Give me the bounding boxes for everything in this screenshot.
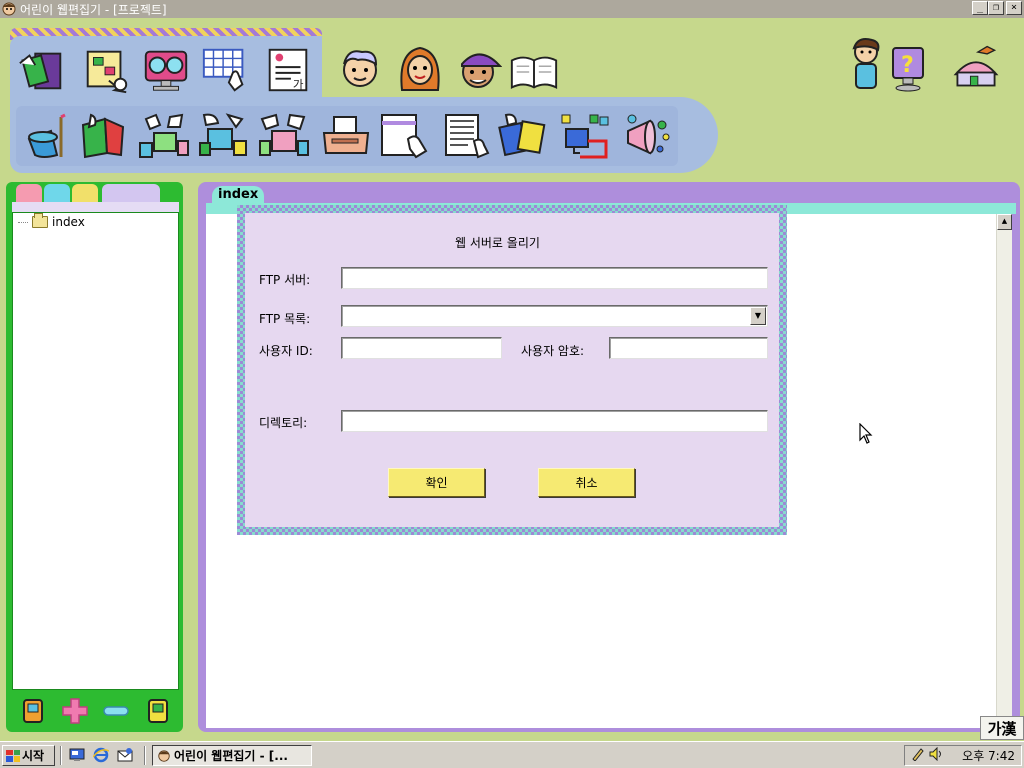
monitor-link-icon[interactable]: [560, 110, 612, 162]
scroll-up-button[interactable]: ▲: [997, 214, 1012, 230]
ftp-list-label: FTP 목록:: [259, 312, 311, 326]
ok-button[interactable]: 확인: [388, 468, 485, 497]
taskbar-item-label: 어린이 웹편집기 - [...: [174, 749, 288, 763]
taskbar-item-web-editor[interactable]: 어린이 웹편집기 - [...: [152, 745, 312, 766]
windows-logo-icon: [6, 749, 20, 762]
save-as-disk-icon[interactable]: [144, 697, 172, 725]
mouse-cursor-icon: [859, 422, 873, 448]
tree-item-label: index: [52, 215, 85, 229]
volume-icon[interactable]: [929, 746, 945, 764]
start-label: 시작: [22, 749, 45, 763]
cap-boy-face-icon[interactable]: [452, 42, 504, 94]
show-desktop-icon[interactable]: [68, 747, 86, 763]
computer-sheets-icon[interactable]: [138, 110, 190, 162]
project-panel-actions: [12, 692, 179, 730]
new-page-icon[interactable]: [378, 110, 430, 162]
svg-text:가: 가: [293, 77, 304, 91]
title-bar: 어린이 웹편집기 - [프로젝트] _ ❐ ×: [0, 0, 1024, 18]
start-button[interactable]: 시작: [2, 745, 55, 766]
folder-icon: [32, 213, 48, 228]
cancel-button[interactable]: 취소: [538, 468, 635, 497]
add-plus-icon[interactable]: [61, 697, 89, 725]
outlook-express-icon[interactable]: [116, 747, 134, 763]
tree-item-index[interactable]: index: [18, 213, 85, 229]
ftp-server-input[interactable]: [341, 267, 768, 289]
pen-input-icon[interactable]: [911, 747, 925, 764]
user-id-label: 사용자 ID:: [259, 344, 313, 358]
ftp-server-label: FTP 서버:: [259, 273, 311, 287]
help-monitor-icon[interactable]: ?: [884, 42, 936, 94]
text-document-icon[interactable]: 가: [262, 44, 314, 96]
system-tray: 오후 7:42: [904, 745, 1022, 766]
monitor-glasses-icon[interactable]: [140, 44, 192, 96]
taskbar-separator: [60, 746, 62, 765]
restore-button[interactable]: ❐: [988, 1, 1004, 15]
ftp-list-select[interactable]: ▼: [341, 305, 768, 327]
notepad-icon[interactable]: [440, 110, 492, 162]
minimize-button[interactable]: _: [972, 1, 988, 15]
page-map-icon[interactable]: [80, 44, 132, 96]
directory-label: 디렉토리:: [259, 416, 308, 430]
megaphone-icon[interactable]: [620, 110, 672, 162]
svg-text:?: ?: [901, 53, 914, 78]
taskbar: 시작 어린이 웹편집기 - [... 오후 7:42: [0, 741, 1024, 768]
ime-indicator[interactable]: 가漢: [980, 716, 1024, 740]
password-label: 사용자 암호:: [521, 344, 585, 358]
open-book-icon[interactable]: [508, 46, 560, 98]
app-taskbar-icon: [158, 749, 170, 762]
project-tree[interactable]: [12, 212, 179, 690]
girl-face-icon[interactable]: [394, 42, 446, 94]
tree-connector: [18, 221, 28, 223]
dialog-title: 웹 서버로 올리기: [455, 236, 540, 250]
remove-minus-icon[interactable]: [102, 697, 130, 725]
project-folder-icon[interactable]: [16, 44, 68, 96]
color-cards-icon[interactable]: [498, 110, 550, 162]
upload-dialog-body: [245, 213, 779, 527]
computer-copy-icon[interactable]: [198, 110, 250, 162]
taskbar-clock: 오후 7:42: [962, 749, 1015, 763]
user-id-input[interactable]: [341, 337, 502, 359]
printer-icon[interactable]: [320, 110, 372, 162]
computer-share-icon[interactable]: [258, 110, 310, 162]
window-title: 어린이 웹편집기 - [프로젝트]: [20, 2, 167, 17]
close-button[interactable]: ×: [1006, 1, 1022, 15]
grid-table-icon[interactable]: [200, 44, 252, 96]
password-input[interactable]: [609, 337, 768, 359]
save-disk-icon[interactable]: [19, 697, 47, 725]
home-village-icon[interactable]: [950, 40, 1002, 92]
dropdown-arrow-icon[interactable]: ▼: [750, 307, 766, 325]
vertical-scrollbar[interactable]: ▲: [996, 214, 1012, 728]
magic-hat-icon[interactable]: [20, 110, 72, 162]
internet-explorer-icon[interactable]: [92, 747, 110, 763]
taskbar-separator: [144, 746, 146, 765]
document-tab-index[interactable]: index: [212, 186, 264, 206]
boy-face-icon[interactable]: [334, 42, 386, 94]
directory-input[interactable]: [341, 410, 768, 432]
red-book-icon[interactable]: [76, 110, 128, 162]
app-icon[interactable]: [1, 1, 17, 17]
